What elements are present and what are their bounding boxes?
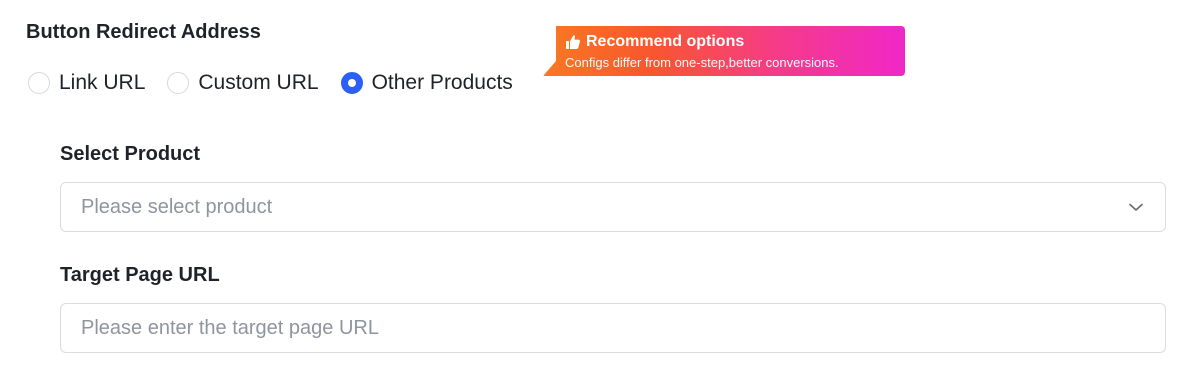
select-product-dropdown[interactable]: Please select product — [60, 182, 1166, 232]
redirect-settings-panel: Button Redirect Address Link URL Custom … — [0, 0, 1200, 378]
chevron-down-icon[interactable] — [1127, 198, 1145, 216]
radio-label-link-url: Link URL — [59, 71, 146, 94]
badge-subtitle: Configs differ from one-step,better conv… — [565, 55, 839, 70]
radio-circle-checked[interactable] — [340, 72, 363, 94]
thumbs-up-icon — [565, 34, 581, 50]
select-product-placeholder: Please select product — [81, 195, 273, 218]
target-url-field[interactable] — [60, 303, 1166, 353]
section-title: Button Redirect Address — [26, 21, 261, 43]
radio-label-custom-url: Custom URL — [198, 71, 319, 94]
radio-circle[interactable] — [167, 72, 190, 94]
badge-title: Recommend options — [586, 33, 745, 50]
recommend-options-badge: Recommend options Configs differ from on… — [543, 26, 905, 76]
radio-dot — [347, 79, 356, 87]
badge-title-row: Recommend options — [565, 32, 905, 52]
redirect-radio-group: Link URL Custom URL Other Products — [28, 68, 535, 98]
radio-custom-url[interactable]: Custom URL — [167, 71, 319, 95]
radio-circle[interactable] — [28, 72, 50, 94]
radio-label-other-products: Other Products — [371, 71, 513, 94]
radio-other-products[interactable]: Other Products — [340, 71, 513, 95]
target-url-label: Target Page URL — [60, 264, 220, 286]
radio-link-url[interactable]: Link URL — [28, 71, 145, 95]
select-product-label: Select Product — [60, 143, 201, 165]
target-url-input[interactable] — [61, 304, 1165, 352]
